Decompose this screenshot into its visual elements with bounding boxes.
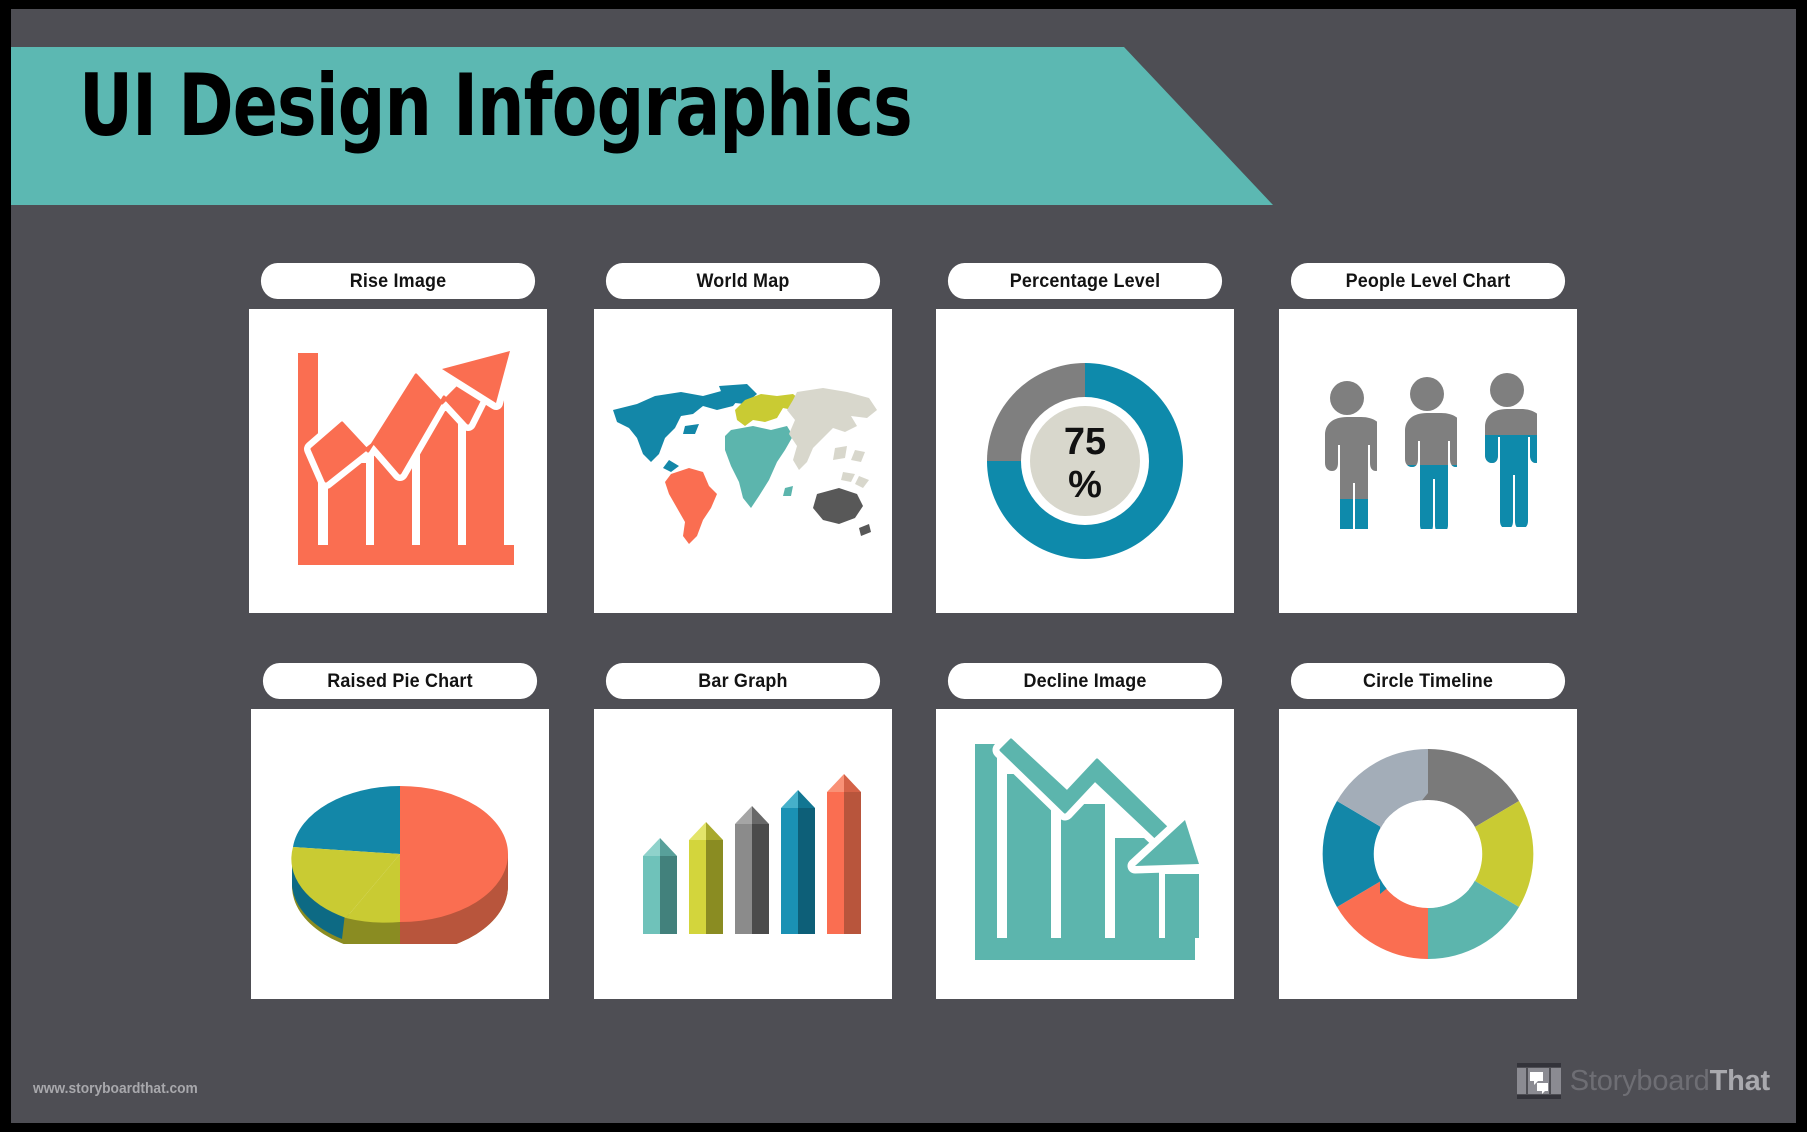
brand-second: That xyxy=(1709,1064,1771,1097)
card-body-raised-pie-chart xyxy=(251,709,549,999)
rise-chart-icon xyxy=(298,345,514,565)
world-map-icon xyxy=(613,384,877,544)
footer-website-url[interactable]: www.storyboardthat.com xyxy=(33,1081,198,1097)
bar-4 xyxy=(781,790,815,934)
card-label-people-level-chart: People Level Chart xyxy=(1290,263,1566,299)
poster-canvas: UI Design Infographics Rise Image World … xyxy=(11,9,1796,1123)
people-figure-1 xyxy=(1325,381,1377,529)
card-body-bar-graph xyxy=(594,709,892,999)
card-raised-pie-chart[interactable]: Raised Pie Chart xyxy=(251,663,549,999)
card-decline-image[interactable]: Decline Image xyxy=(936,663,1234,999)
card-body-world-map xyxy=(594,309,892,613)
card-rise-image[interactable]: Rise Image xyxy=(249,263,547,613)
brand-first: Storyboard xyxy=(1569,1064,1710,1097)
card-people-level-chart[interactable]: People Level Chart xyxy=(1279,263,1577,613)
storyboardthat-logo[interactable]: StoryboardThat xyxy=(1516,1063,1770,1099)
card-label-circle-timeline: Circle Timeline xyxy=(1290,663,1566,699)
bar-3 xyxy=(735,806,769,934)
bar-1 xyxy=(643,838,677,934)
circle-timeline-icon xyxy=(1322,748,1534,960)
decline-chart-icon xyxy=(975,738,1201,960)
card-body-circle-timeline xyxy=(1279,709,1577,999)
card-body-rise-image xyxy=(249,309,547,613)
storyboardthat-wordmark: StoryboardThat xyxy=(1570,1065,1770,1098)
people-figure-2 xyxy=(1405,377,1457,529)
donut-center-unit: % xyxy=(1068,464,1102,506)
people-level-icon xyxy=(1325,373,1537,529)
people-figure-3 xyxy=(1485,373,1537,527)
page-title: UI Design Infographics xyxy=(79,56,913,156)
card-label-world-map: World Map xyxy=(605,263,881,299)
pie-3d-icon xyxy=(291,786,508,944)
bar-graph-3d-icon xyxy=(643,774,861,934)
donut-center-value: 75 xyxy=(1064,421,1106,463)
card-body-decline-image xyxy=(936,709,1234,999)
card-bar-graph[interactable]: Bar Graph xyxy=(594,663,892,999)
storyboard-panel-icon xyxy=(1516,1063,1561,1099)
card-world-map[interactable]: World Map xyxy=(594,263,892,613)
bar-2 xyxy=(689,822,723,934)
card-label-raised-pie-chart: Raised Pie Chart xyxy=(262,663,538,699)
card-body-percentage-level: 75 % xyxy=(936,309,1234,613)
card-label-decline-image: Decline Image xyxy=(947,663,1223,699)
donut-percentage-icon: 75 % xyxy=(987,363,1183,559)
card-circle-timeline[interactable]: Circle Timeline xyxy=(1279,663,1577,999)
card-percentage-level[interactable]: Percentage Level 75 % xyxy=(936,263,1234,613)
card-label-bar-graph: Bar Graph xyxy=(605,663,881,699)
card-label-percentage-level: Percentage Level xyxy=(947,263,1223,299)
card-label-rise-image: Rise Image xyxy=(260,263,536,299)
bar-5 xyxy=(827,774,861,934)
card-body-people-level-chart xyxy=(1279,309,1577,613)
